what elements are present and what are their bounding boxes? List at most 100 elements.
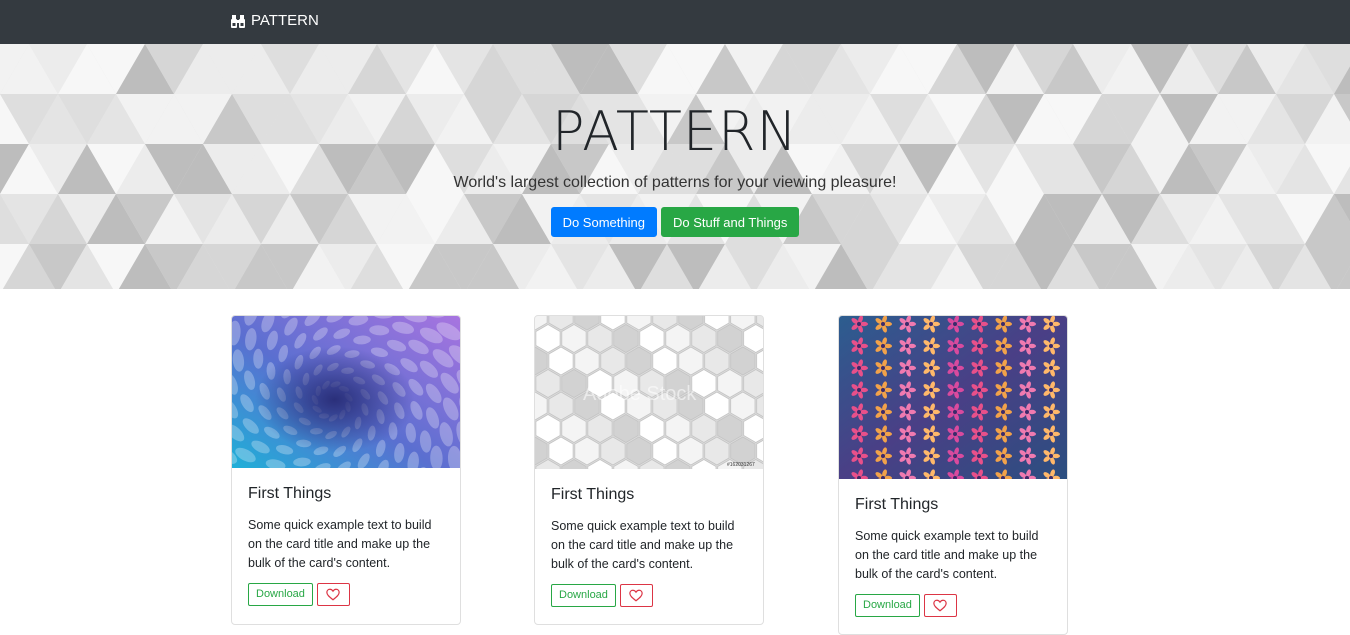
card-text: Some quick example text to build on the … <box>855 527 1051 584</box>
flower-petal <box>980 410 988 414</box>
hero-jumbotron: PATTERN World's largest collection of pa… <box>0 44 1350 289</box>
flower-petal <box>932 454 940 458</box>
flower-petal <box>884 454 892 458</box>
flower-center <box>1025 410 1029 414</box>
flower-center <box>905 454 909 458</box>
flower-center <box>1001 388 1005 392</box>
navbar-brand[interactable]: PATTERN <box>230 12 319 29</box>
flower-center <box>857 454 861 458</box>
flower-petal <box>908 388 916 392</box>
flower-petal <box>932 432 940 436</box>
like-button[interactable] <box>317 583 350 606</box>
like-button[interactable] <box>924 594 957 617</box>
flower-center <box>1025 432 1029 436</box>
flower-petal <box>884 366 892 370</box>
flower-center <box>1049 344 1053 348</box>
flower-petal <box>956 322 964 326</box>
download-button[interactable]: Download <box>855 594 920 617</box>
flower-center <box>1049 410 1053 414</box>
flower-center <box>1001 366 1005 370</box>
flower-center <box>857 322 861 326</box>
card-text: Some quick example text to build on the … <box>551 517 747 574</box>
download-button[interactable]: Download <box>551 584 616 607</box>
flower-petal <box>956 432 964 436</box>
flower-petal <box>980 322 988 326</box>
download-button[interactable]: Download <box>248 583 313 606</box>
flower-petal <box>884 388 892 392</box>
image-id-text: #162031267 <box>727 462 755 468</box>
flower-center <box>857 344 861 348</box>
card-text: Some quick example text to build on the … <box>248 516 444 573</box>
brand-label: PATTERN <box>251 12 319 29</box>
flower-petal <box>1052 322 1060 326</box>
flower-petal <box>980 454 988 458</box>
flower-center <box>953 388 957 392</box>
flower-petal <box>1052 410 1060 414</box>
flower-petal <box>884 322 892 326</box>
flower-petal <box>980 344 988 348</box>
flower-center <box>857 388 861 392</box>
flower-center <box>905 344 909 348</box>
flower-center <box>905 432 909 436</box>
flower-petal <box>1052 432 1060 436</box>
flower-petal <box>908 454 916 458</box>
flower-petal <box>1004 432 1012 436</box>
flower-petal <box>956 410 964 414</box>
pattern-card-1: First Things Some quick example text to … <box>231 315 461 625</box>
flower-center <box>1001 410 1005 414</box>
flower-center <box>953 344 957 348</box>
flower-center <box>881 454 885 458</box>
flower-petal <box>1004 322 1012 326</box>
flower-petal <box>1052 344 1060 348</box>
flower-petal <box>980 366 988 370</box>
navbar: PATTERN <box>0 0 1350 44</box>
flower-center <box>977 366 981 370</box>
flower-center <box>881 322 885 326</box>
card-title: First Things <box>855 496 1051 514</box>
flower-center <box>881 410 885 414</box>
flower-petal <box>1004 410 1012 414</box>
flower-petal <box>932 322 940 326</box>
flower-petal <box>932 410 940 414</box>
flower-center <box>953 322 957 326</box>
flower-center <box>953 366 957 370</box>
flower-petal <box>980 432 988 436</box>
like-button[interactable] <box>620 584 653 607</box>
flower-center <box>1001 322 1005 326</box>
flower-center <box>1049 366 1053 370</box>
flower-petal <box>1028 388 1036 392</box>
pattern-card-2: Adobe Stock #162031267 First Things Some… <box>534 315 764 625</box>
triangle-pattern-background <box>0 44 1350 289</box>
hero-subtitle: World's largest collection of patterns f… <box>0 174 1350 192</box>
flower-center <box>1049 322 1053 326</box>
flower-center <box>857 410 861 414</box>
flower-petal <box>1004 454 1012 458</box>
flower-petal <box>860 432 868 436</box>
flower-center <box>857 366 861 370</box>
flower-center <box>929 344 933 348</box>
flower-center <box>905 410 909 414</box>
flower-center <box>1025 388 1029 392</box>
flower-petal <box>1004 366 1012 370</box>
flower-petal <box>956 388 964 392</box>
heart-icon <box>933 599 947 612</box>
flower-petal <box>1052 454 1060 458</box>
flower-petal <box>1028 322 1036 326</box>
flower-petal <box>860 366 868 370</box>
flower-petal <box>1052 366 1060 370</box>
flower-center <box>953 432 957 436</box>
flower-center <box>953 410 957 414</box>
flower-center <box>881 432 885 436</box>
card-title: First Things <box>248 485 444 503</box>
pattern-card-3: First Things Some quick example text to … <box>838 315 1068 635</box>
flower-petal <box>1028 432 1036 436</box>
card-title: First Things <box>551 486 747 504</box>
do-stuff-button[interactable]: Do Stuff and Things <box>661 207 799 237</box>
heart-icon <box>629 589 643 602</box>
card-image-floral <box>839 316 1067 479</box>
image-watermark: Adobe Stock <box>583 383 697 405</box>
flower-petal <box>908 366 916 370</box>
do-something-button[interactable]: Do Something <box>551 207 657 237</box>
flower-center <box>977 388 981 392</box>
flower-petal <box>932 344 940 348</box>
